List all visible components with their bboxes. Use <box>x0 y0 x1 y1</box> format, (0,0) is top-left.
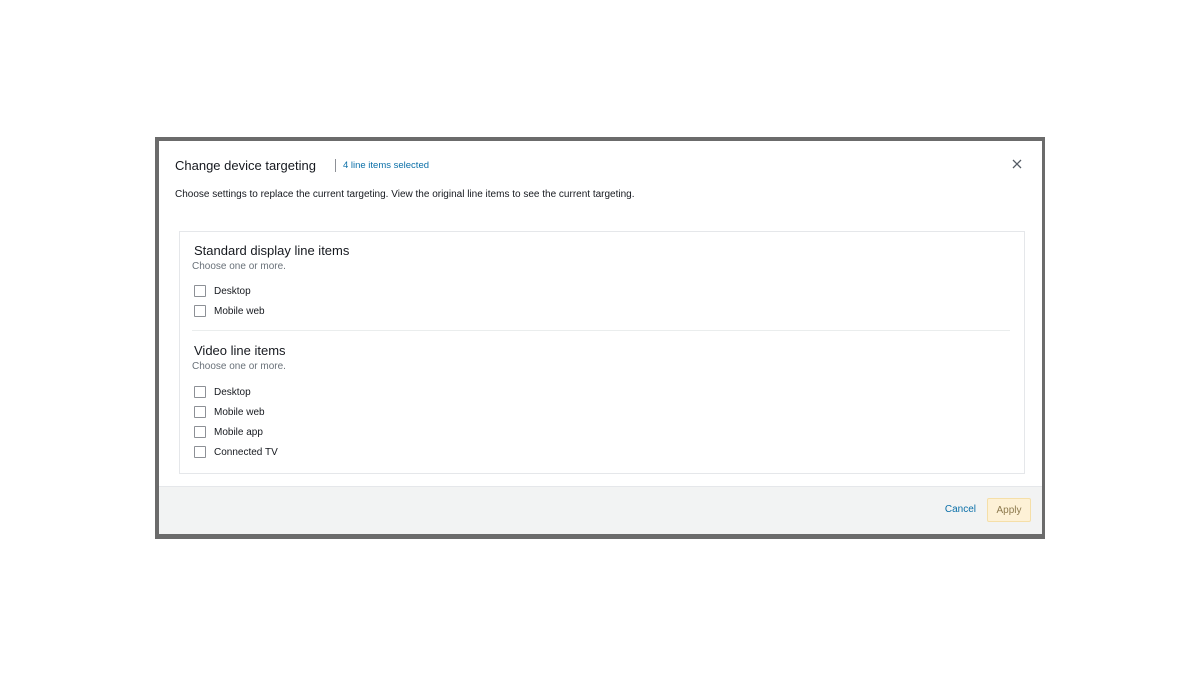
checkbox-label: Mobile web <box>214 305 265 317</box>
modal-header: Change device targeting 4 line items sel… <box>175 153 1026 177</box>
section-hint: Choose one or more. <box>192 361 286 372</box>
checkbox-label: Mobile app <box>214 426 263 438</box>
close-button[interactable] <box>1008 155 1026 173</box>
checkbox-video-desktop[interactable] <box>194 386 206 398</box>
checkbox-label: Desktop <box>214 386 251 398</box>
checkbox-standard-mobile-web[interactable] <box>194 305 206 317</box>
apply-button[interactable]: Apply <box>987 498 1031 522</box>
option-standard-desktop[interactable]: Desktop <box>194 281 1010 301</box>
standard-display-section: Standard display line items Choose one o… <box>192 243 1010 321</box>
modal-description: Choose settings to replace the current t… <box>175 189 635 200</box>
option-standard-mobile-web[interactable]: Mobile web <box>194 301 1010 321</box>
modal-backdrop-frame: Change device targeting 4 line items sel… <box>155 137 1045 539</box>
option-video-mobile-app[interactable]: Mobile app <box>194 422 1010 442</box>
option-video-desktop[interactable]: Desktop <box>194 382 1010 402</box>
modal-footer: Cancel Apply <box>159 486 1042 534</box>
option-video-mobile-web[interactable]: Mobile web <box>194 402 1010 422</box>
line-items-selected-link[interactable]: 4 line items selected <box>343 160 429 171</box>
section-hint: Choose one or more. <box>192 261 286 272</box>
close-icon <box>1012 159 1022 169</box>
checkbox-video-mobile-app[interactable] <box>194 426 206 438</box>
targeting-options-panel: Standard display line items Choose one o… <box>179 231 1025 474</box>
checkbox-standard-desktop[interactable] <box>194 285 206 297</box>
cancel-button[interactable]: Cancel <box>945 504 976 515</box>
section-divider <box>192 330 1010 331</box>
change-device-targeting-modal: Change device targeting 4 line items sel… <box>159 141 1042 534</box>
section-title: Standard display line items <box>194 243 350 258</box>
modal-title: Change device targeting <box>175 157 316 173</box>
checkbox-label: Connected TV <box>214 446 278 458</box>
checkbox-video-mobile-web[interactable] <box>194 406 206 418</box>
checkbox-label: Desktop <box>214 285 251 297</box>
section-title: Video line items <box>194 343 286 358</box>
header-divider <box>334 158 336 172</box>
checkbox-label: Mobile web <box>214 406 265 418</box>
option-video-connected-tv[interactable]: Connected TV <box>194 442 1010 462</box>
video-section: Video line items Choose one or more. Des… <box>192 343 1010 462</box>
checkbox-video-connected-tv[interactable] <box>194 446 206 458</box>
